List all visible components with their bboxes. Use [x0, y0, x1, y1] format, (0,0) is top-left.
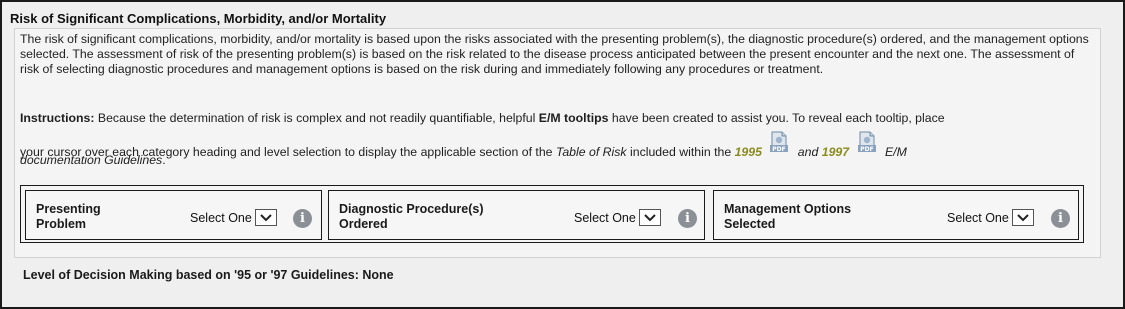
instructions-line-1: Instructions: Because the determination …: [20, 111, 945, 126]
instructions-line-3: documentation Guidelines.: [20, 153, 166, 168]
guidelines-1995-link[interactable]: 1995: [735, 145, 762, 159]
instructions-line3-end: .: [162, 153, 166, 167]
info-icon[interactable]: i: [1051, 209, 1070, 228]
table-of-risk-text: Table of Risk: [555, 145, 627, 159]
management-options-select[interactable]: Select One: [947, 208, 1034, 227]
em-tooltips-text: E/M tooltips: [538, 111, 609, 125]
pdf-1997-icon[interactable]: PDF: [857, 131, 877, 153]
diagnostic-procedure-label: Diagnostic Procedure(s) Ordered: [339, 202, 484, 231]
instructions-label: Instructions:: [20, 111, 95, 125]
section-title: Risk of Significant Complications, Morbi…: [10, 11, 387, 26]
em-text: E/M: [884, 145, 907, 159]
and-text: and: [797, 145, 819, 159]
presenting-problem-cell: Presenting Problem Select One i: [25, 190, 322, 240]
presenting-problem-select[interactable]: Select One: [190, 208, 277, 227]
management-options-cell: Management Options Selected Select One i: [713, 190, 1079, 240]
management-options-label: Management Options Selected: [724, 202, 852, 231]
svg-text:PDF: PDF: [860, 146, 873, 153]
documentation-guidelines-text: documentation Guidelines: [20, 153, 163, 167]
chevron-down-icon[interactable]: [638, 209, 661, 226]
risk-categories-table: Presenting Problem Select One i Diagnost…: [20, 185, 1084, 243]
select-value: Select One: [947, 210, 1009, 225]
chevron-down-icon[interactable]: [254, 209, 277, 226]
diagnostic-procedure-cell: Diagnostic Procedure(s) Ordered Select O…: [328, 190, 705, 240]
risk-panel: The risk of significant complications, m…: [14, 28, 1101, 258]
diagnostic-procedure-select[interactable]: Select One: [574, 208, 661, 227]
info-icon[interactable]: i: [293, 209, 312, 228]
decision-level-text: Level of Decision Making based on '95 or…: [23, 268, 394, 282]
chevron-down-icon[interactable]: [1011, 209, 1034, 226]
risk-description: The risk of significant complications, m…: [20, 32, 1089, 77]
svg-text:PDF: PDF: [773, 146, 786, 153]
select-value: Select One: [190, 210, 252, 225]
select-value: Select One: [574, 210, 636, 225]
instructions-text-1: Because the determination of risk is com…: [94, 111, 539, 125]
instructions-line2-text2: included within the: [626, 145, 735, 159]
risk-section-frame: Risk of Significant Complications, Morbi…: [0, 0, 1125, 309]
pdf-1995-icon[interactable]: PDF: [769, 131, 789, 153]
guidelines-1997-link[interactable]: 1997: [822, 145, 849, 159]
info-icon[interactable]: i: [678, 209, 697, 228]
presenting-problem-label: Presenting Problem: [36, 202, 101, 231]
instructions-text-2: have been created to assist you. To reve…: [608, 111, 945, 125]
